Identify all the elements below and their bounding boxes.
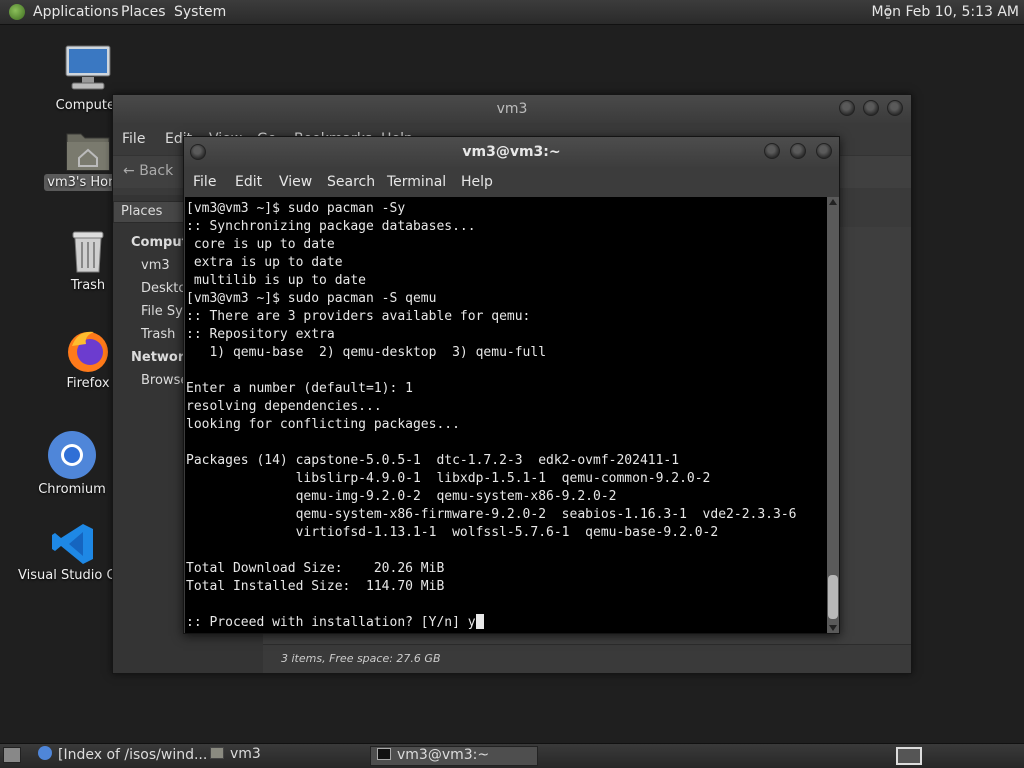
scrollbar-thumb[interactable] xyxy=(828,575,838,619)
terminal-line: [vm3@vm3 ~]$ sudo pacman -Sy xyxy=(186,201,406,216)
task-label: [Index of /isos/wind... xyxy=(58,747,208,763)
menu-search[interactable]: Search xyxy=(327,174,375,190)
window-title: vm3@vm3:~ xyxy=(462,144,561,160)
terminal-line: qemu-img-9.2.0-2 qemu-system-x86-9.2.0-2 xyxy=(186,489,617,504)
menu-terminal[interactable]: Terminal xyxy=(387,174,446,190)
terminal-line: looking for conflicting packages... xyxy=(186,417,460,432)
clock[interactable]: Mon Feb 10, 5:13 AM xyxy=(872,4,1019,20)
computer-icon xyxy=(64,44,112,96)
home-folder-icon xyxy=(210,747,224,759)
trash-icon xyxy=(68,228,108,276)
desktop-icon-chromium[interactable]: Chromium xyxy=(22,430,122,497)
chromium-icon xyxy=(47,430,97,480)
browser-icon xyxy=(38,746,52,760)
vscode-icon xyxy=(51,522,95,566)
maximize-icon[interactable] xyxy=(790,143,806,159)
terminal-line: :: There are 3 providers available for q… xyxy=(186,309,531,324)
menu-view[interactable]: View xyxy=(279,174,312,190)
terminal-menubar: File Edit View Search Terminal Help xyxy=(184,167,839,197)
top-panel: Applications Places System Mon Feb 10, 5… xyxy=(0,0,1024,25)
workspace-switcher[interactable] xyxy=(896,747,922,765)
terminal-line: virtiofsd-1.13.1-1 wolfssl-5.7.6-1 qemu-… xyxy=(186,525,719,540)
terminal-line: :: Repository extra xyxy=(186,327,335,342)
terminal-scrollbar[interactable] xyxy=(827,197,839,633)
terminal-prompt-line: :: Proceed with installation? [Y/n] y xyxy=(186,614,827,632)
places-label: Places xyxy=(121,204,163,219)
terminal-icon xyxy=(377,748,391,760)
desktop-icon-label: Chromium xyxy=(38,482,106,497)
terminal-titlebar[interactable]: vm3@vm3:~ xyxy=(184,137,839,167)
terminal-line: :: Synchronizing package databases... xyxy=(186,219,476,234)
file-manager-statusbar: 3 items, Free space: 27.6 GB xyxy=(263,644,911,673)
file-manager-titlebar[interactable]: vm3 xyxy=(113,95,911,123)
window-title: vm3 xyxy=(496,101,528,117)
terminal-line: 1) qemu-base 2) qemu-desktop 3) qemu-ful… xyxy=(186,345,547,360)
menu-applications[interactable]: Applications xyxy=(33,4,119,20)
minimize-icon[interactable] xyxy=(839,100,855,116)
terminal-line: resolving dependencies... xyxy=(186,399,382,414)
back-button[interactable]: ← Back xyxy=(123,163,173,179)
main-menu-icon[interactable] xyxy=(9,4,25,20)
close-icon[interactable] xyxy=(887,100,903,116)
menu-places[interactable]: Places xyxy=(121,4,166,20)
terminal-line: qemu-system-x86-firmware-9.2.0-2 seabios… xyxy=(186,507,797,522)
menu-help[interactable]: Help xyxy=(461,174,493,190)
sidebar-item-vm3[interactable]: vm3 xyxy=(141,258,170,273)
status-text: 3 items, Free space: 27.6 GB xyxy=(281,652,441,665)
terminal-screen[interactable]: [vm3@vm3 ~]$ sudo pacman -Sy:: Synchroni… xyxy=(185,197,827,633)
show-desktop-icon[interactable] xyxy=(3,747,21,763)
minimize-icon[interactable] xyxy=(764,143,780,159)
firefox-icon xyxy=(64,326,112,374)
maximize-icon[interactable] xyxy=(863,100,879,116)
menu-file[interactable]: File xyxy=(193,174,216,190)
terminal-line: Enter a number (default=1): 1 xyxy=(186,381,413,396)
task-button-file-manager[interactable]: vm3 xyxy=(204,746,364,766)
terminal-line: Total Installed Size: 114.70 MiB xyxy=(186,579,445,594)
home-folder-icon xyxy=(65,128,111,172)
terminal-line: extra is up to date xyxy=(186,255,343,270)
terminal-line: Total Download Size: 20.26 MiB xyxy=(186,561,445,576)
menu-edit[interactable]: Edit xyxy=(235,174,262,190)
text-cursor xyxy=(475,614,484,629)
terminal-window[interactable]: vm3@vm3:~ File Edit View Search Terminal… xyxy=(183,136,840,634)
task-label: vm3 xyxy=(230,746,261,762)
scroll-up-icon[interactable] xyxy=(829,199,837,205)
scroll-down-icon[interactable] xyxy=(829,625,837,631)
back-label: Back xyxy=(139,163,174,179)
task-button-browser[interactable]: [Index of /isos/wind... xyxy=(34,746,207,766)
terminal-line: Packages (14) capstone-5.0.5-1 dtc-1.7.2… xyxy=(186,453,680,468)
task-button-terminal[interactable]: vm3@vm3:~ xyxy=(370,746,538,766)
bottom-panel: [Index of /isos/wind... vm3 vm3@vm3:~ xyxy=(0,743,1024,768)
terminal-line: [vm3@vm3 ~]$ sudo pacman -S qemu xyxy=(186,291,437,306)
terminal-line: core is up to date xyxy=(186,237,335,252)
menu-system[interactable]: System xyxy=(174,4,226,20)
prompt-text: :: Proceed with installation? [Y/n] y xyxy=(186,615,476,630)
menu-file[interactable]: File xyxy=(122,131,145,147)
terminal-line: libslirp-4.9.0-1 libxdp-1.5.1-1 qemu-com… xyxy=(186,471,711,486)
task-label: vm3@vm3:~ xyxy=(397,747,490,763)
back-arrow-icon: ← xyxy=(123,163,135,179)
sidebar-item-trash[interactable]: Trash xyxy=(141,327,175,342)
close-icon[interactable] xyxy=(816,143,832,159)
terminal-line: multilib is up to date xyxy=(186,273,367,288)
